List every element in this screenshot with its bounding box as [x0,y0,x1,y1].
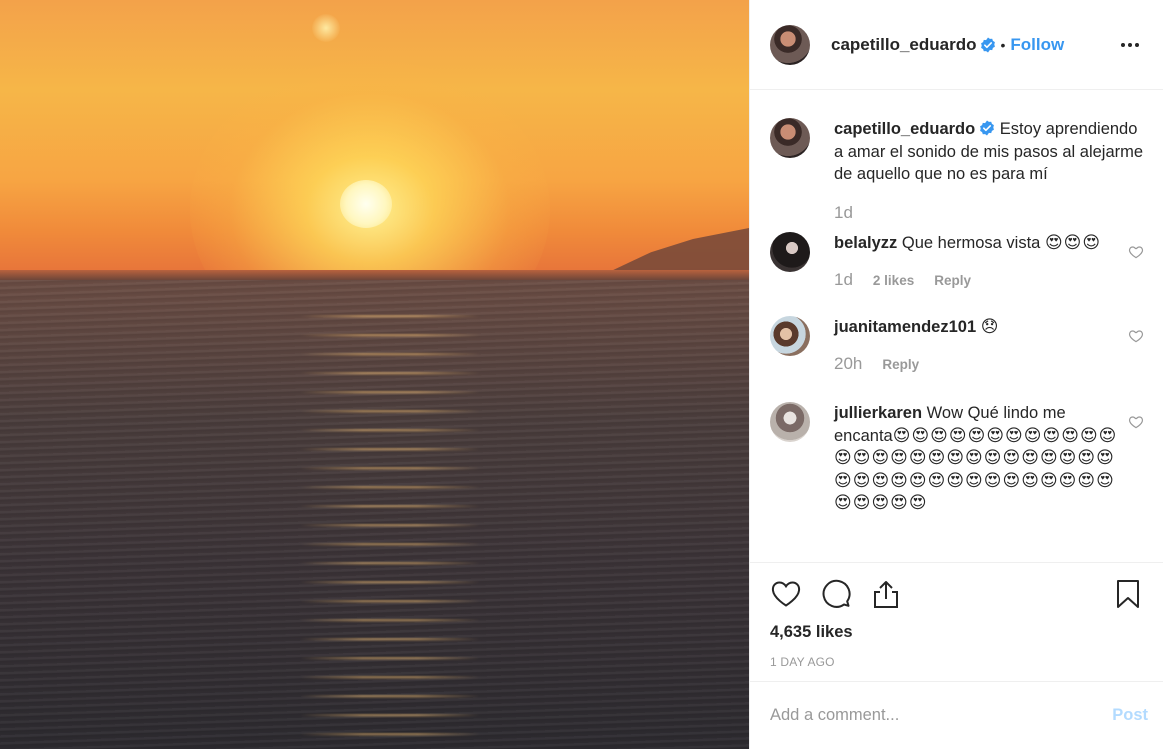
caption-time: 1d [834,202,853,222]
light-spot [312,14,340,42]
caption-avatar[interactable] [770,118,810,158]
author-avatar[interactable] [770,24,810,65]
comment-time: 1d [834,269,853,289]
post-time[interactable]: 1 DAY AGO [770,655,1144,669]
verified-badge-icon [981,37,996,52]
comment-text: Que hermosa vista [901,234,1041,252]
comment-likes[interactable]: 2 likes [873,270,914,293]
caption-username[interactable]: capetillo_eduardo [834,120,975,138]
bookmark-icon[interactable] [1112,578,1144,610]
caption: capetillo_eduardo Estoy aprendiendo a am… [770,118,1144,224]
comment-bubble-icon[interactable] [820,578,852,610]
comment-item: jullierkaren Wow Qué lindo me encanta😍😍😍… [770,402,1144,515]
comment-emoji: 😞 [980,317,1000,337]
comment-username[interactable]: belalyzz [834,234,897,252]
heart-icon[interactable] [770,578,802,610]
post-comment-button[interactable]: Post [1112,706,1148,725]
comment-time: 20h [834,353,863,373]
more-options-icon[interactable] [1117,39,1143,51]
commenter-avatar[interactable] [770,316,810,356]
like-comment-heart-icon[interactable] [1128,328,1144,344]
separator-dot: • [1000,36,1006,53]
author-username[interactable]: capetillo_eduardo [831,35,976,55]
comment-username[interactable]: jullierkaren [834,404,922,422]
like-comment-heart-icon[interactable] [1128,244,1144,260]
likes-count[interactable]: 4,635 likes [770,623,1144,642]
commenter-avatar[interactable] [770,232,810,272]
post-photo[interactable] [0,0,749,749]
share-icon[interactable] [870,578,902,610]
reply-button[interactable]: Reply [882,354,919,377]
post-actions: 4,635 likes 1 DAY AGO [750,562,1163,669]
commenter-avatar[interactable] [770,402,810,442]
verified-badge-icon [980,120,995,136]
comments-list[interactable]: capetillo_eduardo Estoy aprendiendo a am… [750,91,1163,561]
follow-button[interactable]: Follow [1010,35,1064,55]
sun [340,180,392,228]
add-comment-bar: Post [750,681,1163,749]
add-comment-input[interactable] [770,706,1113,725]
post-side-panel: capetillo_eduardo • Follow capetillo_edu… [749,0,1163,749]
comment-item: juanitamendez101 😞 20h Reply [770,316,1144,376]
reply-button[interactable]: Reply [934,270,971,293]
comment-username[interactable]: juanitamendez101 [834,318,976,336]
post-header: capetillo_eduardo • Follow [750,0,1163,90]
comment-item: belalyzz Que hermosa vista 😍😍😍 1d 2 like… [770,232,1144,292]
comment-emoji: 😍😍😍 [1044,233,1102,253]
like-comment-heart-icon[interactable] [1128,414,1144,430]
sun-reflection [300,300,480,740]
distant-hill [609,228,749,272]
